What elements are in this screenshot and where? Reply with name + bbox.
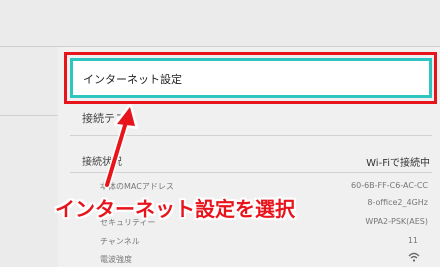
- sidebar-divider: [0, 115, 58, 116]
- connection-test-item[interactable]: 接続テスト: [82, 110, 137, 126]
- internet-settings-item[interactable]: インターネット設定: [70, 58, 432, 98]
- connection-status-label: 接続状況: [82, 157, 122, 168]
- mac-address-value: 60-6B-FF-C6-AC-CC: [351, 181, 428, 190]
- divider: [70, 172, 432, 173]
- ssid-value: 8-office2_4GHz: [367, 198, 428, 207]
- connection-status-value: Wi-Fiで接続中: [366, 158, 430, 169]
- mac-address-label: 本体のMACアドレス: [100, 182, 174, 191]
- security-value: WPA2-PSK(AES): [365, 217, 428, 226]
- internet-settings-label: インターネット設定: [83, 73, 182, 86]
- top-bar: [0, 0, 440, 46]
- divider: [70, 135, 432, 136]
- channel-label: チャンネル: [100, 237, 140, 246]
- callout-text: インターネット設定を選択: [55, 197, 295, 221]
- signal-strength-label: 電波強度: [100, 255, 132, 264]
- channel-value: 11: [407, 236, 418, 245]
- wifi-icon: [408, 252, 420, 262]
